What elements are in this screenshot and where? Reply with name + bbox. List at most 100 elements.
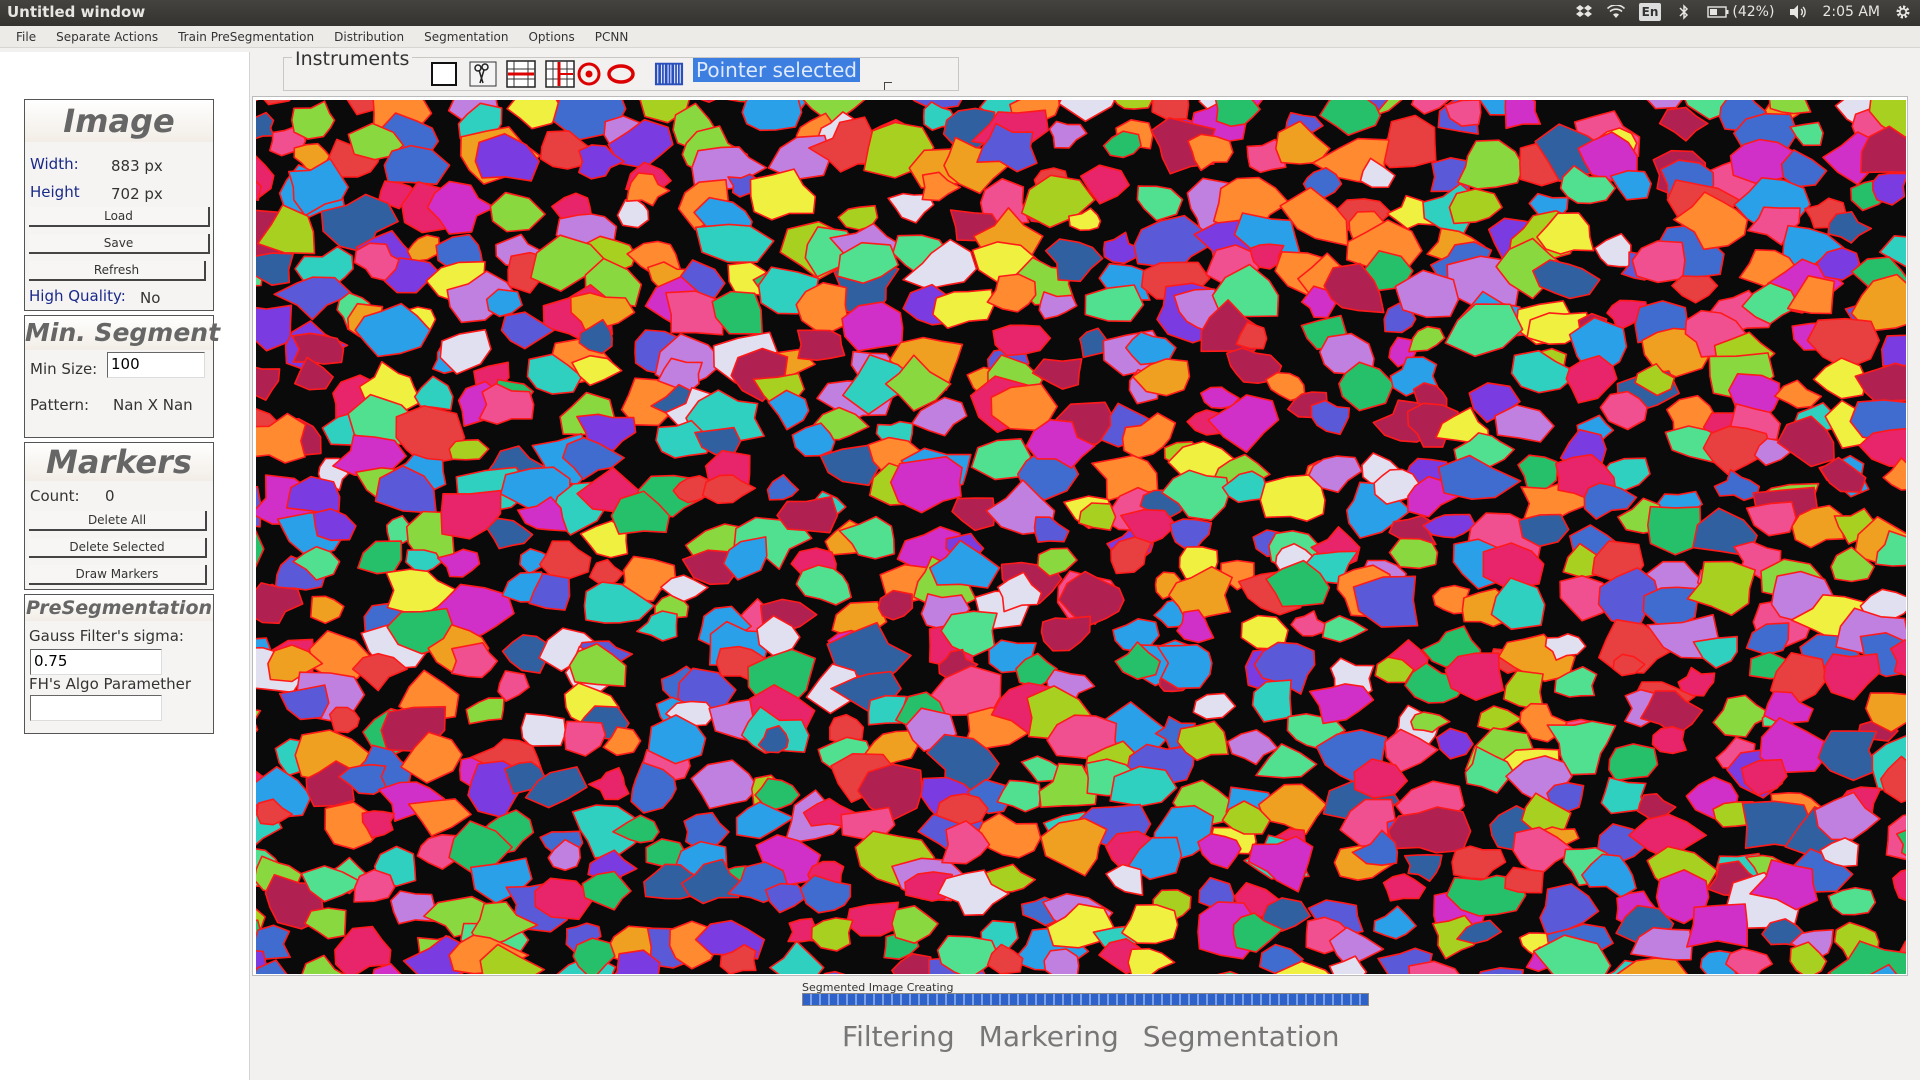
segment-region — [474, 132, 540, 182]
segment-region — [1151, 100, 1190, 121]
segment-region — [1352, 575, 1419, 628]
segment-region — [1713, 468, 1761, 502]
segment-region — [799, 874, 852, 914]
segment-region — [1854, 362, 1906, 404]
min-segment-group-title: Min. Segment — [25, 316, 220, 350]
segment-region — [1113, 100, 1154, 110]
dropbox-icon[interactable] — [1575, 2, 1593, 22]
save-button[interactable]: Save — [29, 234, 210, 254]
segment-region — [1745, 622, 1790, 656]
segment-region — [932, 288, 995, 329]
segment-region — [616, 198, 650, 229]
segment-region — [700, 100, 716, 103]
marker-count-label: Count: — [30, 487, 80, 505]
delete-all-button[interactable]: Delete All — [29, 511, 207, 531]
segment-region — [465, 697, 505, 725]
load-button[interactable]: Load — [29, 207, 210, 227]
segment-region — [357, 540, 403, 575]
ellipse-tool-icon[interactable] — [606, 60, 636, 88]
segment-region — [1686, 560, 1757, 617]
bluetooth-icon[interactable] — [1675, 2, 1693, 22]
segment-region — [1532, 259, 1601, 300]
segment-region — [1382, 873, 1427, 902]
high-quality-value[interactable]: No — [140, 289, 160, 307]
segment-region — [406, 234, 440, 263]
menu-train-presegmentation[interactable]: Train PreSegmentation — [168, 26, 324, 48]
delete-selected-button[interactable]: Delete Selected — [29, 538, 207, 558]
draw-markers-button[interactable]: Draw Markers — [29, 565, 207, 585]
menu-distribution[interactable]: Distribution — [324, 26, 414, 48]
segment-region — [992, 324, 1052, 357]
segment-region — [1451, 845, 1507, 880]
segment-region — [1609, 169, 1652, 201]
segment-region — [1408, 325, 1446, 353]
segment-region — [451, 642, 499, 679]
crop-tool-icon[interactable] — [545, 60, 575, 88]
battery-indicator[interactable]: (42%) — [1707, 2, 1774, 22]
segment-region — [1321, 615, 1369, 643]
segment-region — [1105, 863, 1144, 896]
segment-region — [1319, 100, 1382, 137]
min-size-input[interactable]: 100 — [107, 352, 205, 378]
segment-region — [1410, 711, 1451, 733]
refresh-button[interactable]: Refresh — [29, 261, 206, 281]
segment-region — [1892, 869, 1906, 902]
segment-region — [263, 100, 291, 106]
image-group-title: Image — [25, 100, 213, 142]
gauss-sigma-input[interactable]: 0.75 — [30, 649, 162, 675]
segment-region — [1038, 291, 1078, 320]
segment-region — [1259, 474, 1326, 522]
segment-region — [1084, 284, 1145, 323]
clock[interactable]: 2:05 AM — [1822, 2, 1880, 22]
segment-region — [1136, 185, 1184, 222]
segment-region — [741, 100, 803, 132]
instruments-legend: Instruments — [292, 48, 413, 70]
segmented-image-canvas[interactable] — [256, 100, 1906, 974]
scissors-tool-icon[interactable] — [468, 60, 498, 88]
segment-region — [766, 474, 800, 501]
markers-group: Markers Count: 0 Delete All Delete Selec… — [24, 442, 214, 590]
segment-region — [1789, 121, 1824, 147]
keyboard-layout-indicator[interactable]: En — [1638, 3, 1662, 21]
fh-parameter-label: FH's Algo Paramether — [29, 675, 192, 693]
segment-region — [877, 589, 914, 621]
segment-region — [1817, 730, 1879, 782]
menu-pcnn[interactable]: PCNN — [585, 26, 639, 48]
resize-handle[interactable] — [884, 82, 892, 90]
fh-parameter-input[interactable] — [30, 695, 162, 721]
menu-segmentation[interactable]: Segmentation — [414, 26, 518, 48]
segment-region — [312, 508, 357, 542]
pipeline-steps: Filtering Markering Segmentation — [842, 1020, 1340, 1053]
window-title: Untitled window — [7, 3, 146, 21]
segment-region — [1692, 635, 1738, 669]
segment-region — [1033, 516, 1070, 543]
segment-region — [383, 144, 451, 186]
menu-file[interactable]: File — [0, 26, 46, 48]
segment-region — [1773, 379, 1823, 409]
markers-group-title: Markers — [25, 443, 213, 481]
barcode-tool-icon[interactable] — [654, 60, 684, 88]
pattern-label: Pattern: — [30, 396, 90, 414]
ruler-tool-icon[interactable] — [506, 60, 536, 88]
segment-region — [1388, 537, 1439, 570]
segment-region — [1504, 866, 1544, 894]
segment-region — [1102, 130, 1142, 159]
segment-region — [1677, 666, 1716, 697]
step-markering: Markering — [978, 1020, 1119, 1053]
segment-region — [694, 223, 775, 263]
rectangle-tool-icon[interactable] — [429, 60, 459, 88]
segment-region — [1448, 188, 1503, 225]
presegmentation-group-title: PreSegmentation — [25, 595, 213, 621]
gear-icon[interactable] — [1894, 2, 1912, 22]
wifi-icon[interactable] — [1606, 2, 1625, 22]
segment-region — [776, 495, 839, 534]
menu-separate-actions[interactable]: Separate Actions — [46, 26, 168, 48]
segment-region — [1504, 100, 1542, 130]
menu-options[interactable]: Options — [518, 26, 584, 48]
segment-region — [769, 940, 825, 974]
target-tool-icon[interactable] — [574, 60, 604, 88]
volume-icon[interactable] — [1788, 2, 1808, 22]
segment-region — [1479, 967, 1524, 974]
segment-region — [539, 540, 592, 579]
segment-region — [291, 100, 336, 140]
